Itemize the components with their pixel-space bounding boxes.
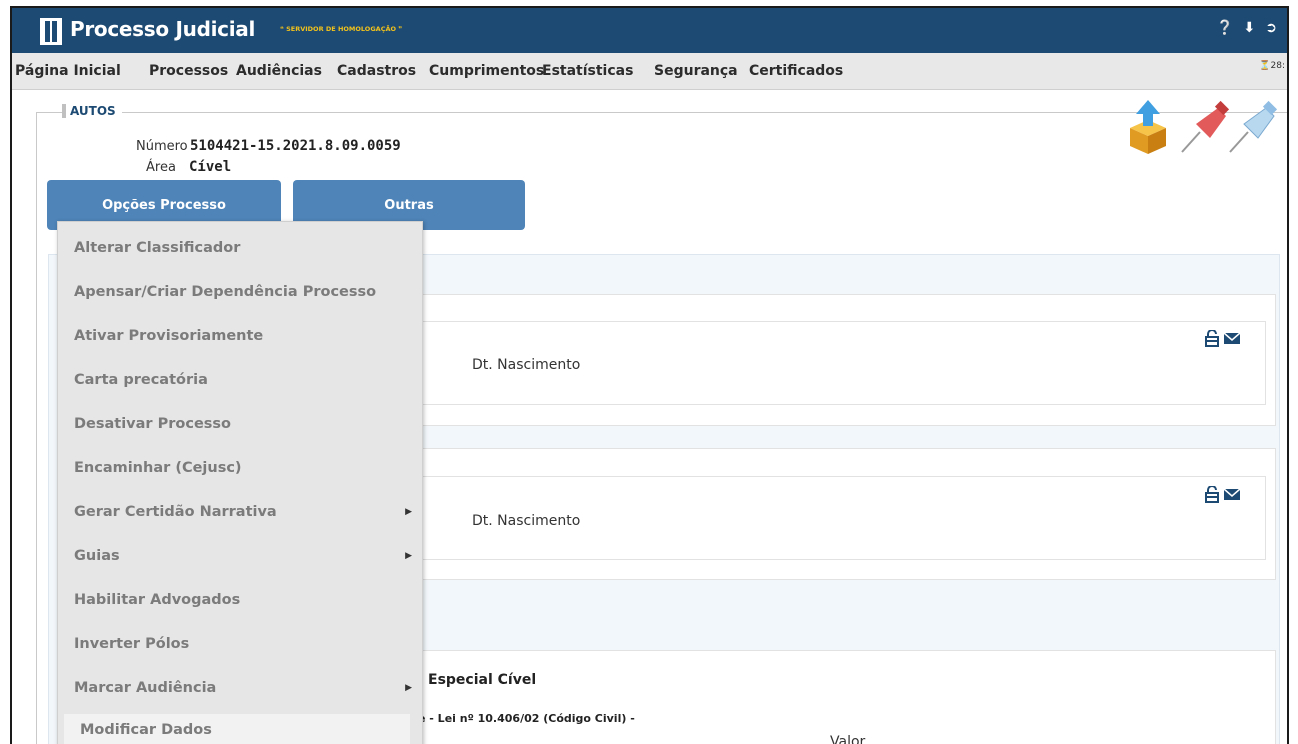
numero-label: Número (136, 139, 188, 154)
header-actions: ❔ ⬇ ➲ (1216, 20, 1277, 36)
nav-processos[interactable]: Processos (149, 63, 228, 79)
mail-icon[interactable] (1223, 330, 1241, 347)
menu-ativar-provisoriamente[interactable]: Ativar Provisoriamente (58, 320, 422, 352)
menu-inverter-polos[interactable]: Inverter Pólos (58, 628, 422, 660)
lock-icon[interactable] (1204, 330, 1220, 347)
menu-carta-precatoria[interactable]: Carta precatória (58, 364, 422, 396)
menu-gerar-certidao-narrativa[interactable]: Gerar Certidão Narrativa ▶ (58, 496, 422, 528)
nav-seguranca[interactable]: Segurança (654, 63, 738, 79)
area-value: Cível (189, 159, 232, 175)
nav-cadastros[interactable]: Cadastros (337, 63, 416, 79)
opcoes-processo-dropdown: Alterar Classificador Apensar/Criar Depe… (57, 221, 423, 744)
mail-icon[interactable] (1223, 486, 1241, 503)
party-2-actions (1204, 486, 1241, 503)
app-window: Processo Judicial ❝ SERVIDOR DE HOMOLOGA… (10, 6, 1289, 744)
submenu-arrow-icon: ▶ (405, 507, 412, 517)
top-header: Processo Judicial ❝ SERVIDOR DE HOMOLOGA… (12, 8, 1287, 53)
main-nav: Página Inicial Processos Audiências Cada… (12, 53, 1287, 90)
help-icon[interactable]: ❔ (1216, 20, 1233, 36)
menu-habilitar-advogados[interactable]: Habilitar Advogados (58, 584, 422, 616)
download-icon[interactable]: ⬇ (1244, 20, 1256, 36)
menu-apensar-criar-dependencia[interactable]: Apensar/Criar Dependência Processo (58, 276, 422, 308)
logout-icon[interactable]: ➲ (1265, 20, 1277, 36)
session-timer: ⏳28: (1259, 61, 1285, 71)
menu-marcar-audiencia[interactable]: Marcar Audiência ▶ (58, 672, 422, 704)
tjgo-logo-icon (40, 18, 62, 45)
menu-encaminhar-cejusc[interactable]: Encaminhar (Cejusc) (58, 452, 422, 484)
menu-guias[interactable]: Guias ▶ (58, 540, 422, 572)
menu-alterar-classificador[interactable]: Alterar Classificador (58, 232, 422, 264)
environment-tag: ❝ SERVIDOR DE HOMOLOGAÇÃO ❞ (280, 25, 403, 33)
nav-certificados[interactable]: Certificados (749, 63, 843, 79)
red-pin-icon[interactable] (1181, 100, 1230, 153)
blue-pin-icon[interactable] (1229, 100, 1278, 153)
numero-value: 5104421-15.2021.8.09.0059 (190, 138, 401, 154)
area-label: Área (146, 160, 176, 175)
dt-nascimento-label-2: Dt. Nascimento (472, 513, 581, 529)
nav-cumprimentos[interactable]: Cumprimentos (429, 63, 544, 79)
submenu-arrow-icon: ▶ (405, 551, 412, 561)
lei-text: e - Lei nº 10.406/02 (Código Civil) - (418, 712, 635, 725)
nav-pagina-inicial[interactable]: Página Inicial (15, 63, 121, 79)
lock-icon[interactable] (1204, 486, 1220, 503)
box-upload-icon[interactable] (1130, 100, 1166, 154)
nav-estatisticas[interactable]: Estatísticas (542, 63, 633, 79)
nav-audiencias[interactable]: Audiências (236, 63, 322, 79)
menu-desativar-processo[interactable]: Desativar Processo (58, 408, 422, 440)
autos-legend: AUTOS (62, 104, 122, 118)
menu-modificar-dados[interactable]: Modificar Dados (64, 714, 410, 744)
app-title: Processo Judicial (70, 17, 256, 41)
especial-civel-text: Especial Cível (428, 672, 537, 688)
valor-label: Valor (830, 734, 866, 744)
submenu-arrow-icon: ▶ (405, 683, 412, 693)
party-1-actions (1204, 330, 1241, 347)
pin-icons (1130, 100, 1278, 154)
dt-nascimento-label-1: Dt. Nascimento (472, 357, 581, 373)
